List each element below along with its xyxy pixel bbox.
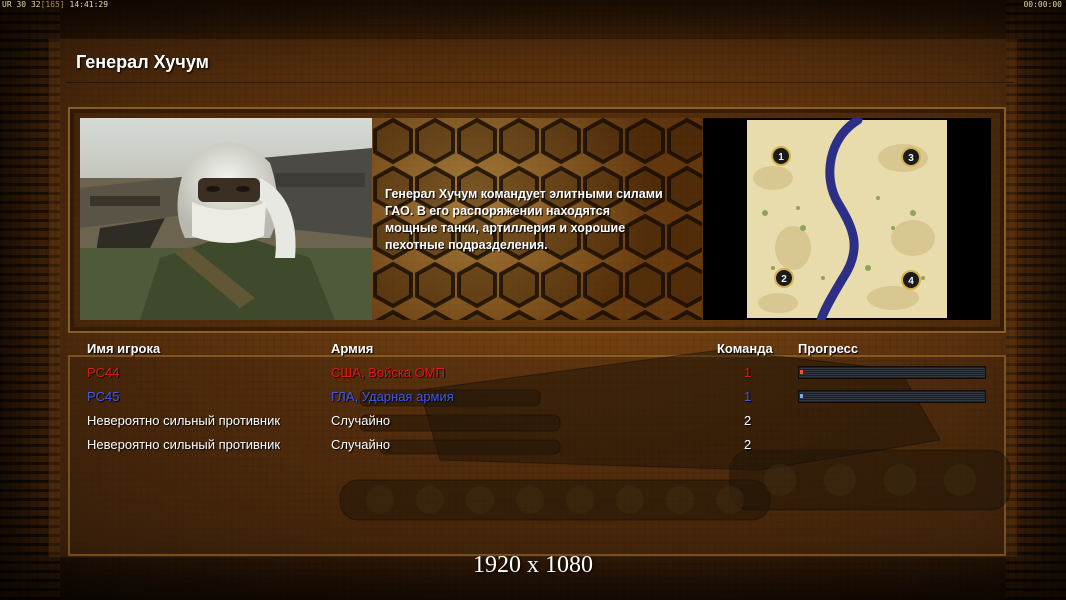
hud-value: [165] [40,0,65,9]
hud-label: UR [2,0,12,9]
header-player-name: Имя игрока [87,341,161,356]
player-army: Случайно [331,437,391,452]
player-team: 2 [744,413,752,428]
minimap-preview: 1 2 3 4 [703,118,991,320]
spawn-marker-4: 4 [901,270,921,290]
hud-timer: 00:00:00 [1023,0,1062,9]
player-army: Случайно [331,413,391,428]
player-name: PC45 [87,389,120,404]
portrait-image [80,118,372,320]
player-name: PC44 [87,365,120,380]
player-team: 1 [744,389,752,404]
general-description: Генерал Хучум командует элитными силами … [385,186,705,254]
general-portrait [80,118,372,320]
hud-clock: 14:41:29 [69,0,109,9]
header-progress: Прогресс [798,341,859,356]
description-line: мощные танки, артиллерия и хорошие [385,221,626,235]
hud-value: 32 [30,0,41,9]
player-team: 2 [744,437,752,452]
progress-bar [798,366,986,379]
progress-bar [798,390,986,403]
description-line: пехотные подразделения. [385,238,548,252]
player-army: США, Войска ОМП [331,365,445,380]
spawn-marker-1: 1 [771,146,791,166]
player-team: 1 [744,365,752,380]
title-divider [66,82,1014,83]
spawn-number: 3 [908,153,914,164]
hud-value: 30 [16,0,27,9]
spawn-number: 2 [781,274,787,285]
description-line: Генерал Хучум командует элитными силами [385,187,663,201]
player-army: ГЛА, Ударная армия [331,389,454,404]
resolution-label: 1920 x 1080 [473,552,593,578]
player-name: Невероятно сильный противник [87,413,281,428]
header-team: Команда [717,341,773,356]
description-line: ГАО. В его распоряжении находятся [385,204,611,218]
spawn-number: 4 [908,276,914,287]
spawn-marker-3: 3 [901,147,921,167]
general-title: Генерал Хучум [76,52,209,72]
fps-overlay: UR 30 32[165] 14:41:29 [2,0,108,9]
progress-fill [800,370,803,374]
progress-fill [800,394,803,398]
minimap-graphic: 1 2 3 4 [747,118,947,320]
spawn-marker-2: 2 [774,268,794,288]
player-name: Невероятно сильный противник [87,437,281,452]
spawn-number: 1 [778,152,784,163]
header-army: Армия [331,341,374,356]
